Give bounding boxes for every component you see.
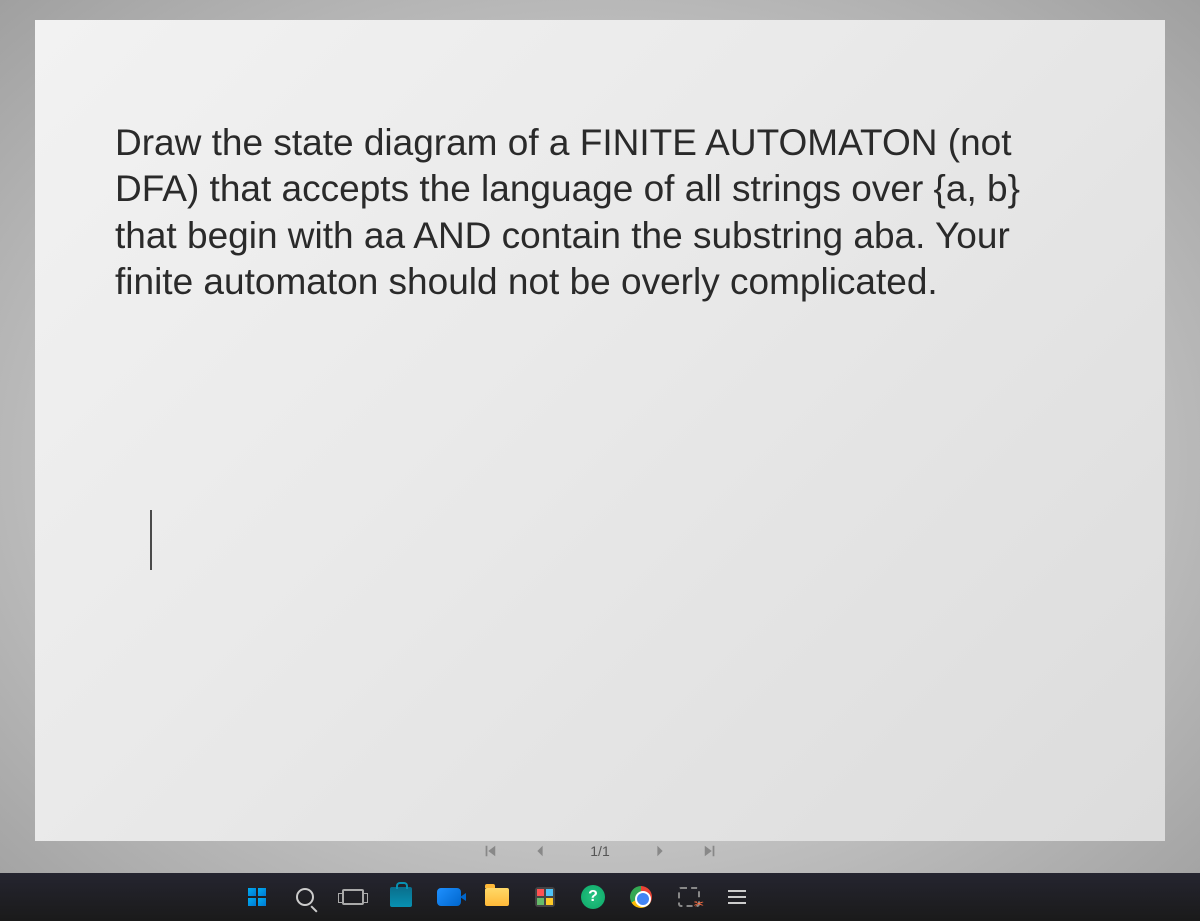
grid-icon <box>535 887 555 907</box>
last-page-button[interactable] <box>700 841 720 861</box>
microsoft-store-button[interactable] <box>378 876 424 918</box>
chevron-right-icon <box>653 844 667 858</box>
previous-page-button[interactable] <box>530 841 550 861</box>
task-view-button[interactable] <box>330 876 376 918</box>
menu-button[interactable] <box>714 876 760 918</box>
pagination-bar: 1/1 <box>0 833 1200 869</box>
help-icon: ? <box>581 885 605 909</box>
taskbar-items: ? <box>234 876 760 918</box>
start-button[interactable] <box>234 876 280 918</box>
snipping-tool-button[interactable] <box>666 876 712 918</box>
chevron-left-icon <box>533 844 547 858</box>
question-text: Draw the state diagram of a FINITE AUTOM… <box>115 120 1075 305</box>
apps-grid-button[interactable] <box>522 876 568 918</box>
text-cursor <box>150 510 152 570</box>
chrome-icon <box>630 886 652 908</box>
next-page-button[interactable] <box>650 841 670 861</box>
camera-app-button[interactable] <box>426 876 472 918</box>
folder-icon <box>485 888 509 906</box>
scissors-icon <box>678 887 700 907</box>
first-page-button[interactable] <box>480 841 500 861</box>
task-view-icon <box>342 889 364 905</box>
chrome-button[interactable] <box>618 876 664 918</box>
store-icon <box>390 887 412 907</box>
page-indicator: 1/1 <box>580 843 619 859</box>
windows-taskbar: ? <box>0 873 1200 921</box>
document-viewer: Draw the state diagram of a FINITE AUTOM… <box>35 20 1165 841</box>
hamburger-icon <box>728 890 746 904</box>
skip-previous-icon <box>483 844 497 858</box>
search-button[interactable] <box>282 876 328 918</box>
search-icon <box>296 888 314 906</box>
help-button[interactable]: ? <box>570 876 616 918</box>
file-explorer-button[interactable] <box>474 876 520 918</box>
camera-icon <box>437 888 461 906</box>
windows-logo-icon <box>248 888 266 906</box>
skip-next-icon <box>703 844 717 858</box>
